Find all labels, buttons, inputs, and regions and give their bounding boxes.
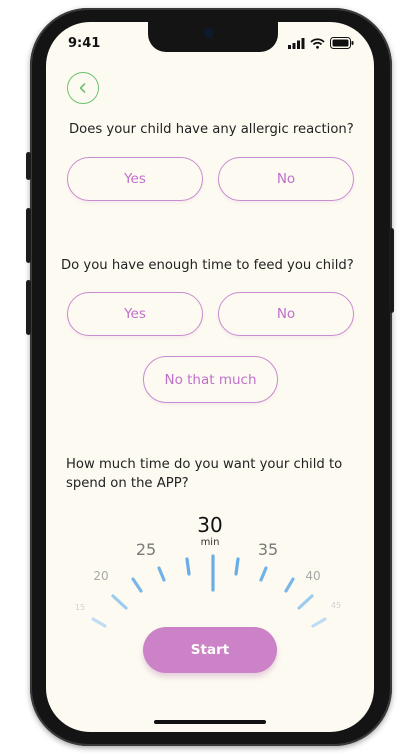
allergy-question: Does your child have any allergic reacti…	[69, 122, 354, 137]
dial-label-20: 20	[93, 569, 108, 583]
dial-ticks	[91, 554, 327, 628]
dial-selected-value: 30	[197, 513, 222, 537]
time-dial[interactable]: 30 min 15 20 25 35 40 45	[46, 502, 374, 632]
allergy-no-button[interactable]: No	[218, 157, 354, 201]
camera	[204, 28, 214, 38]
feeding-not-much-button[interactable]: No that much	[143, 356, 278, 403]
dial-label-25: 25	[136, 540, 156, 559]
dial-tick	[297, 594, 314, 610]
status-icons	[288, 37, 354, 49]
volume-down-button	[26, 280, 31, 335]
volume-up-button	[26, 208, 31, 263]
feeding-no-button[interactable]: No	[218, 292, 354, 336]
time-question-line2: spend on the APP?	[66, 476, 189, 491]
time-question-line1: How much time do you want your child to	[66, 457, 343, 472]
start-button[interactable]: Start	[143, 627, 277, 673]
dial-tick	[131, 577, 143, 593]
dial-label-15: 15	[75, 603, 85, 612]
power-button	[389, 228, 394, 313]
dial-tick	[234, 557, 240, 576]
dial-unit: min	[201, 537, 220, 548]
feeding-time-question: Do you have enough time to feed you chil…	[61, 258, 354, 273]
dial-tick	[91, 617, 107, 628]
dial-tick	[111, 594, 128, 610]
dial-tick	[157, 566, 166, 582]
dial-tick	[185, 557, 191, 576]
back-button[interactable]	[67, 72, 99, 104]
chevron-left-icon	[79, 83, 86, 93]
feeding-yes-button[interactable]: Yes	[67, 292, 203, 336]
dial-label-45: 45	[331, 601, 341, 610]
battery-icon	[330, 37, 354, 49]
dial-label-40: 40	[305, 569, 320, 583]
wifi-icon	[310, 37, 325, 49]
mute-switch	[26, 152, 31, 180]
notch	[148, 22, 278, 52]
status-time: 9:41	[68, 36, 101, 51]
app-screen: 9:41 Does your child have any allergic r…	[46, 22, 374, 732]
dial-tick	[259, 566, 268, 582]
dial-label-35: 35	[258, 540, 278, 559]
dial-tick	[311, 617, 327, 628]
dial-tick	[284, 577, 295, 593]
signal-icon	[288, 37, 305, 49]
allergy-yes-button[interactable]: Yes	[67, 157, 203, 201]
home-indicator[interactable]	[154, 720, 266, 724]
